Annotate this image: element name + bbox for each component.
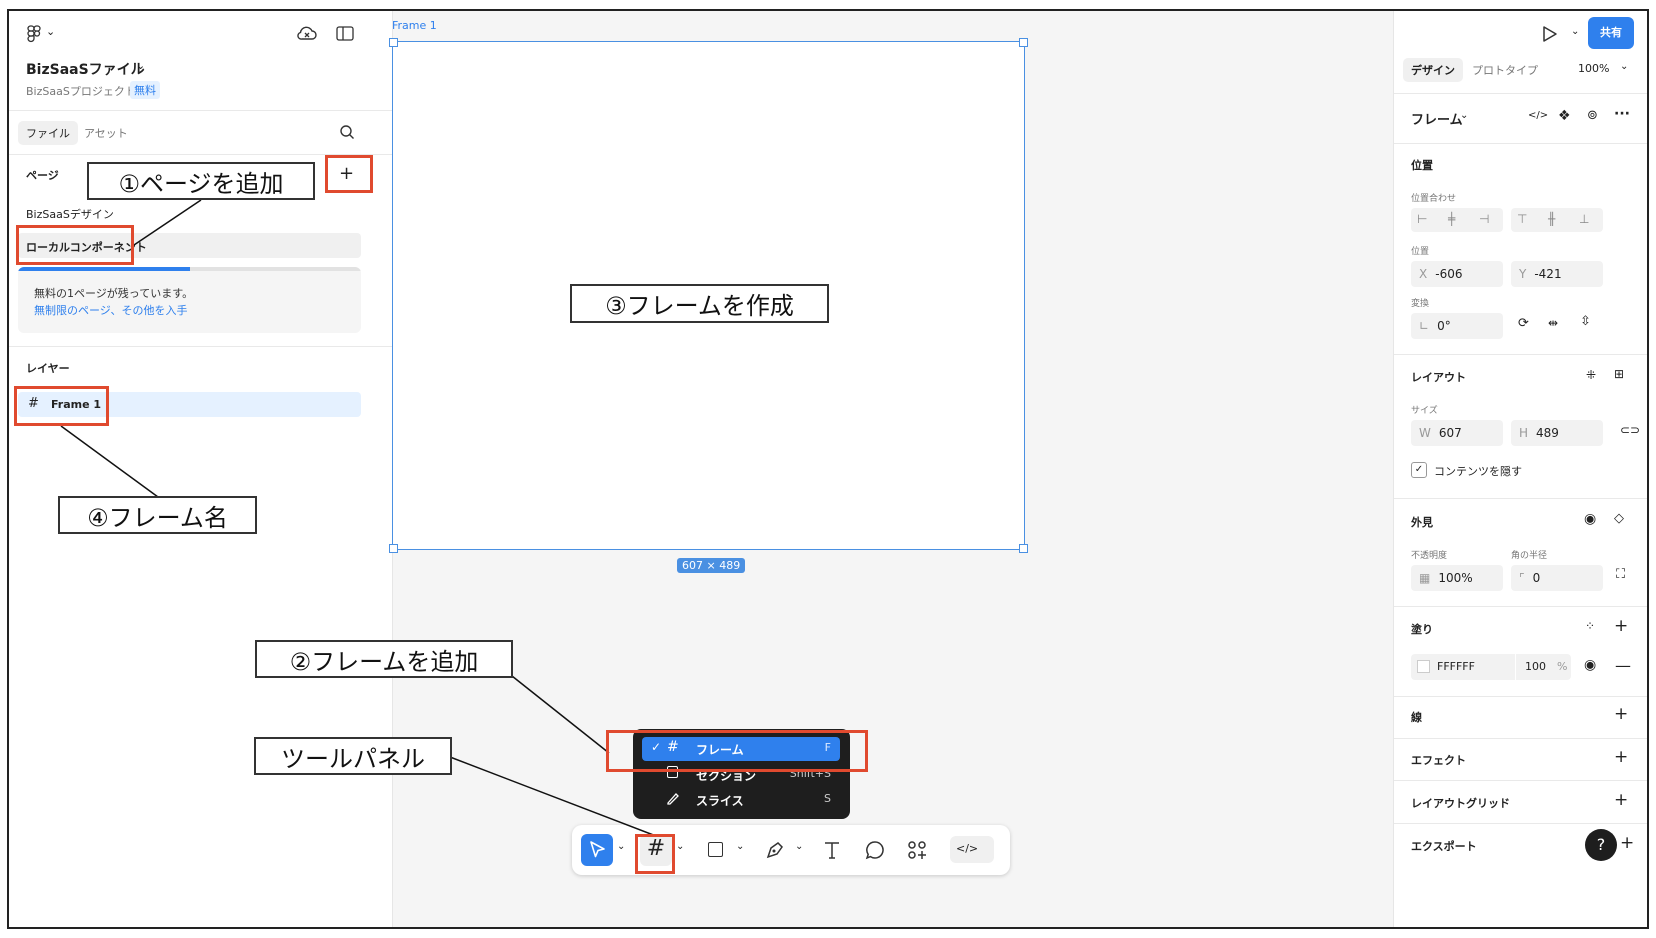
callout-add-page: ①ページを追加 bbox=[87, 162, 315, 200]
highlight-layer-name bbox=[14, 386, 109, 426]
callout-add-frame: ②フレームを追加 bbox=[255, 640, 513, 678]
callout-tool-panel: ツールパネル bbox=[254, 737, 452, 775]
annotation-leader-lines bbox=[60, 199, 657, 837]
callout-frame-name: ④フレーム名 bbox=[58, 496, 257, 534]
highlight-frame-tool bbox=[635, 834, 675, 874]
callout-create-frame: ③フレームを作成 bbox=[570, 284, 829, 323]
highlight-page-item bbox=[16, 225, 134, 265]
highlight-frame-menu-item bbox=[606, 730, 868, 772]
screenshot-frame: ⌄ BizSaaSファイル ⌄ BizSaaSプロジェクト 無料 ファイル アセ… bbox=[7, 9, 1649, 929]
highlight-add-page bbox=[325, 155, 373, 193]
